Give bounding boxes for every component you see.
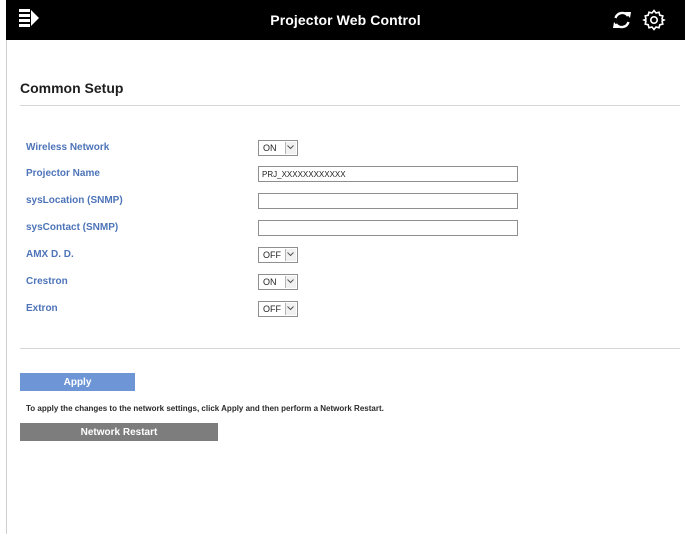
chevron-down-icon	[285, 303, 296, 315]
extron-row: Extron OFF	[26, 301, 626, 319]
header-bar: Projector Web Control	[6, 0, 685, 40]
app-title: Projector Web Control	[270, 12, 421, 28]
refresh-icon[interactable]	[611, 9, 633, 31]
amx-dd-label: AMX D. D.	[26, 249, 74, 260]
section-divider-top	[20, 105, 680, 106]
amx-dd-row: AMX D. D. OFF	[26, 247, 626, 265]
chevron-down-icon	[285, 276, 296, 288]
syscontact-row: sysContact (SNMP)	[26, 220, 626, 238]
crestron-select[interactable]: ON	[258, 274, 298, 290]
extron-value: OFF	[263, 304, 281, 314]
wireless-network-label: Wireless Network	[26, 142, 110, 153]
apply-hint: To apply the changes to the network sett…	[26, 404, 384, 413]
wireless-network-row: Wireless Network ON	[26, 140, 626, 158]
chevron-down-icon	[285, 142, 296, 154]
syslocation-label: sysLocation (SNMP)	[26, 195, 123, 206]
extron-label: Extron	[26, 303, 58, 314]
section-divider-bottom	[20, 348, 680, 349]
apply-button[interactable]: Apply	[20, 373, 135, 391]
network-restart-button[interactable]: Network Restart	[20, 423, 218, 441]
section-title: Common Setup	[20, 80, 124, 96]
crestron-value: ON	[263, 277, 277, 287]
amx-dd-select[interactable]: OFF	[258, 247, 298, 263]
crestron-row: Crestron ON	[26, 274, 626, 292]
syscontact-label: sysContact (SNMP)	[26, 222, 119, 233]
wireless-network-select[interactable]: ON	[258, 140, 298, 156]
projector-name-row: Projector Name	[26, 166, 626, 184]
gear-icon[interactable]	[642, 8, 666, 32]
projector-name-input[interactable]	[258, 166, 518, 182]
amx-dd-value: OFF	[263, 250, 281, 260]
syslocation-row: sysLocation (SNMP)	[26, 193, 626, 211]
syslocation-input[interactable]	[258, 193, 518, 209]
chevron-down-icon	[285, 249, 296, 261]
crestron-label: Crestron	[26, 276, 68, 287]
projector-name-label: Projector Name	[26, 168, 100, 179]
extron-select[interactable]: OFF	[258, 301, 298, 317]
wireless-network-value: ON	[263, 143, 277, 153]
syscontact-input[interactable]	[258, 220, 518, 236]
